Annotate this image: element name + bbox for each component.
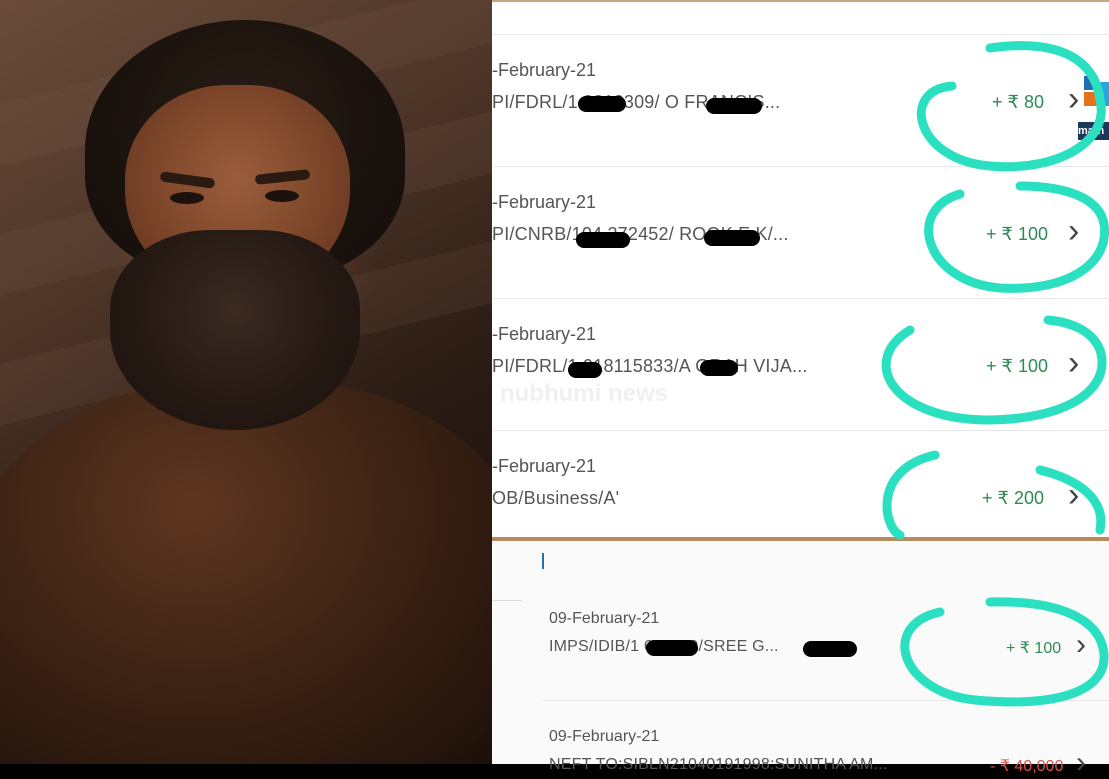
transaction-amount: + ₹ 80 (992, 92, 1044, 112)
redaction-mark (646, 640, 698, 656)
left-eye (170, 192, 204, 204)
transaction-description: NEFT TO:SIBLN21040191998:SUNITHA AM... (549, 756, 888, 773)
logo-label: math (1078, 122, 1109, 140)
row-divider (542, 700, 1109, 701)
transaction-date: 09-February-21 (549, 728, 660, 745)
transaction-amount: + ₹ 100 (1006, 640, 1062, 657)
transaction-amount: + ₹ 100 (986, 224, 1048, 244)
chevron-right-icon[interactable]: › (1068, 346, 1079, 380)
transaction-row[interactable]: 09-February-21 NEFT TO:SIBLN21040191998:… (492, 718, 1109, 778)
redaction-mark (704, 230, 760, 246)
transaction-date: 09-February-21 (549, 610, 660, 627)
transaction-amount: + ₹ 100 (986, 356, 1048, 376)
beard (110, 230, 360, 430)
transaction-row[interactable]: -February-21 PI/FDRL/1 2218309/ O FRANCI… (492, 34, 1109, 166)
right-eye (265, 190, 299, 202)
transaction-description: OB/Business/A' (492, 488, 620, 508)
redaction-mark (578, 96, 626, 112)
chevron-right-icon[interactable]: › (1068, 214, 1079, 248)
transaction-date: -February-21 (492, 456, 597, 476)
transaction-row[interactable]: -February-21 PI/CNRB/104 272452/ ROOK E … (492, 166, 1109, 298)
transaction-date: -February-21 (492, 60, 597, 80)
transaction-date: -February-21 (492, 192, 597, 212)
transaction-date: -February-21 (492, 324, 597, 344)
transaction-description: PI/FDRL/1 918115833/A GRAH VIJA... (492, 356, 808, 376)
redaction-mark (803, 641, 857, 657)
news-logo-icon: math (1078, 62, 1109, 142)
redaction-mark (706, 98, 762, 114)
transaction-row[interactable]: 09-February-21 IMPS/IDIB/1 605409/SREE G… (492, 600, 1109, 700)
man-portrait-photo (0, 0, 492, 764)
transaction-amount: - ₹ 40,000 (990, 758, 1064, 775)
text-cursor (542, 553, 544, 569)
transaction-row[interactable]: -February-21 PI/FDRL/1 918115833/A GRAH … (492, 298, 1109, 430)
transaction-row[interactable]: -February-21 OB/Business/A' + ₹ 200 › (492, 430, 1109, 537)
chevron-right-icon[interactable]: › (1076, 630, 1086, 660)
redaction-mark (568, 362, 602, 378)
redaction-mark (700, 360, 738, 376)
top-border (492, 0, 1109, 2)
shoulders (0, 380, 492, 764)
chevron-right-icon[interactable]: › (1076, 748, 1086, 778)
bank-statement-panel: nubhumi news -February-21 PI/FDRL/1 2218… (492, 0, 1109, 778)
chevron-right-icon[interactable]: › (1068, 478, 1079, 512)
redaction-mark (576, 232, 630, 248)
transaction-amount: + ₹ 200 (982, 488, 1044, 508)
